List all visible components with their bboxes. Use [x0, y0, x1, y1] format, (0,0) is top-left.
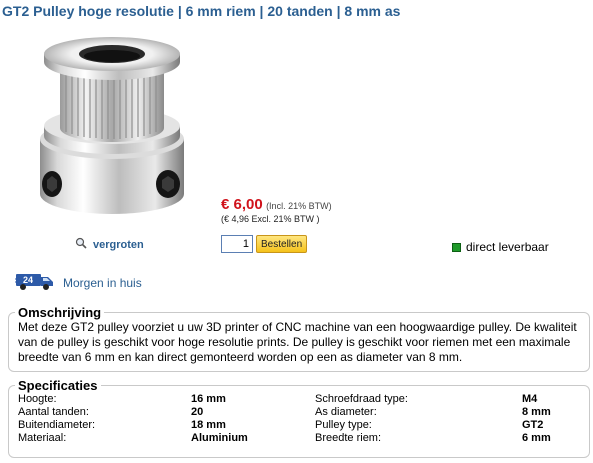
spec-label: Hoogte:	[18, 393, 57, 405]
order-button[interactable]: Bestellen	[256, 235, 308, 253]
spec-label: Materiaal:	[18, 432, 67, 444]
description-text: Met deze GT2 pulley voorziet u uw 3D pri…	[18, 320, 577, 364]
description-heading: Omschrijving	[18, 305, 102, 320]
stock-indicator-icon	[452, 242, 461, 252]
page-title: GT2 Pulley hoge resolutie | 6 mm riem | …	[2, 3, 401, 19]
spec-value: Aluminium	[191, 432, 248, 444]
spec-row: Buitendiameter: 18 mm Pulley type: GT2	[18, 419, 551, 432]
spec-label: Breedte riem:	[315, 432, 382, 444]
magnifier-icon	[75, 237, 87, 252]
spec-value: 6 mm	[522, 432, 551, 444]
spec-row: Materiaal: Aluminium Breedte riem: 6 mm	[18, 432, 551, 445]
price-excl-note: (€ 4,96 Excl. 21% BTW )	[221, 214, 320, 224]
price-block: € 6,00 (Incl. 21% BTW) (€ 4,96 Excl. 21%…	[221, 196, 332, 224]
product-image[interactable]	[22, 34, 202, 234]
spec-label: Aantal tanden:	[18, 406, 89, 418]
stock-status: direct leverbaar	[452, 240, 549, 254]
price: € 6,00	[221, 196, 263, 213]
zoom-link[interactable]: vergroten	[75, 237, 144, 252]
zoom-label[interactable]: vergroten	[93, 239, 144, 251]
spec-value: 20	[191, 406, 204, 418]
pulley-image	[40, 37, 184, 214]
specifications-heading: Specificaties	[18, 378, 98, 393]
specifications-table: Hoogte: 16 mm Schroefdraad type: M4 Aant…	[18, 393, 551, 445]
spec-value: 8 mm	[522, 406, 551, 418]
spec-row: Aantal tanden: 20 As diameter: 8 mm	[18, 406, 551, 419]
price-incl-note: (Incl. 21% BTW)	[266, 201, 332, 211]
spec-label: Pulley type:	[315, 419, 372, 431]
stock-label: direct leverbaar	[466, 240, 549, 254]
spec-value: 18 mm	[191, 419, 226, 431]
spec-label: Schroefdraad type:	[315, 393, 408, 405]
spec-value: 16 mm	[191, 393, 226, 405]
description-section: Omschrijving Met deze GT2 pulley voorzie…	[8, 305, 590, 372]
spec-value: M4	[522, 393, 538, 405]
delivery-badge: 24	[23, 275, 33, 285]
delivery-label: Morgen in huis	[63, 275, 142, 290]
spec-value: GT2	[522, 419, 544, 431]
quantity-input[interactable]	[221, 235, 253, 253]
delivery-van-icon: 24	[15, 271, 55, 294]
spec-row: Hoogte: 16 mm Schroefdraad type: M4	[18, 393, 551, 406]
specifications-section: Specificaties Hoogte: 16 mm Schroefdraad…	[8, 378, 590, 458]
spec-label: As diameter:	[315, 406, 377, 418]
spec-label: Buitendiameter:	[18, 419, 96, 431]
delivery-info: 24 Morgen in huis	[15, 271, 142, 294]
